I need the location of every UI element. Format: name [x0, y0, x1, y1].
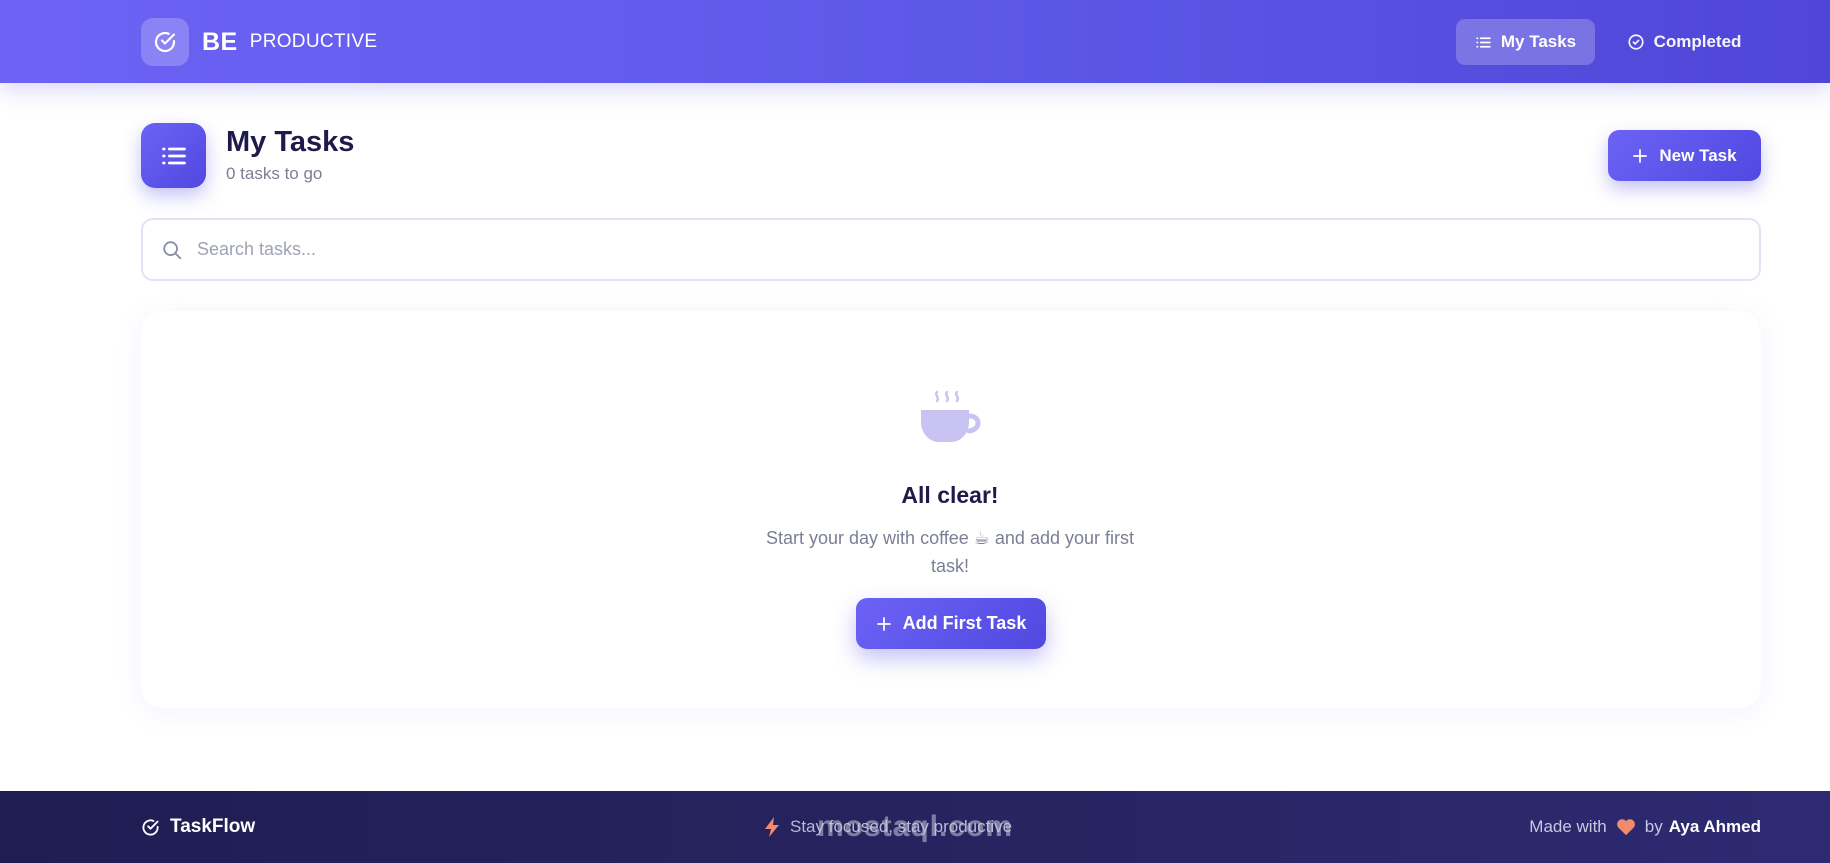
- search-icon: [161, 239, 183, 261]
- lightning-bolt-icon: [764, 817, 780, 837]
- footer-brand-name: TaskFlow: [170, 816, 256, 837]
- new-task-button[interactable]: New Task: [1608, 130, 1761, 181]
- brand-logo[interactable]: BE PRODUCTIVE: [141, 18, 377, 66]
- footer-credit-by: by: [1644, 817, 1663, 836]
- check-circle-icon: [1627, 33, 1645, 51]
- footer-credit-prefix: Made with: [1529, 817, 1607, 836]
- plus-icon: [1632, 148, 1648, 164]
- search-input[interactable]: [197, 229, 1697, 270]
- nav-completed-button[interactable]: Completed: [1612, 19, 1756, 65]
- list-icon: [1475, 34, 1492, 51]
- check-circle-icon: [141, 18, 189, 66]
- new-task-label: New Task: [1659, 145, 1737, 165]
- footer-credit: Made with by Aya Ahmed: [1529, 791, 1761, 863]
- footer-brand: TaskFlow: [141, 791, 255, 863]
- top-navbar: BE PRODUCTIVE My Tasks Completed: [0, 0, 1830, 83]
- brand-name-light: PRODUCTIVE: [249, 31, 378, 52]
- check-circle-icon: [141, 818, 160, 837]
- nav-my-tasks-label: My Tasks: [1500, 32, 1577, 51]
- task-count: 0 tasks to go: [226, 164, 323, 183]
- watermark-text: mostaql.com: [816, 810, 1014, 843]
- tasks-list-icon: [141, 123, 206, 188]
- coffee-cup-icon: [917, 386, 983, 452]
- page-title: My Tasks: [226, 126, 355, 158]
- nav-my-tasks-button[interactable]: My Tasks: [1456, 19, 1595, 65]
- add-first-task-button[interactable]: Add First Task: [856, 598, 1046, 649]
- plus-icon: [876, 616, 892, 632]
- brand-name-bold: BE: [202, 27, 238, 56]
- empty-state-description: Start your day with coffee ☕ and add you…: [766, 528, 1134, 576]
- heart-icon: [1616, 818, 1636, 836]
- nav-completed-label: Completed: [1653, 32, 1742, 51]
- search-bar: [141, 218, 1761, 281]
- empty-state-title: All clear!: [901, 482, 999, 508]
- footer-author: Aya Ahmed: [1668, 817, 1761, 836]
- add-first-task-label: Add First Task: [902, 613, 1027, 633]
